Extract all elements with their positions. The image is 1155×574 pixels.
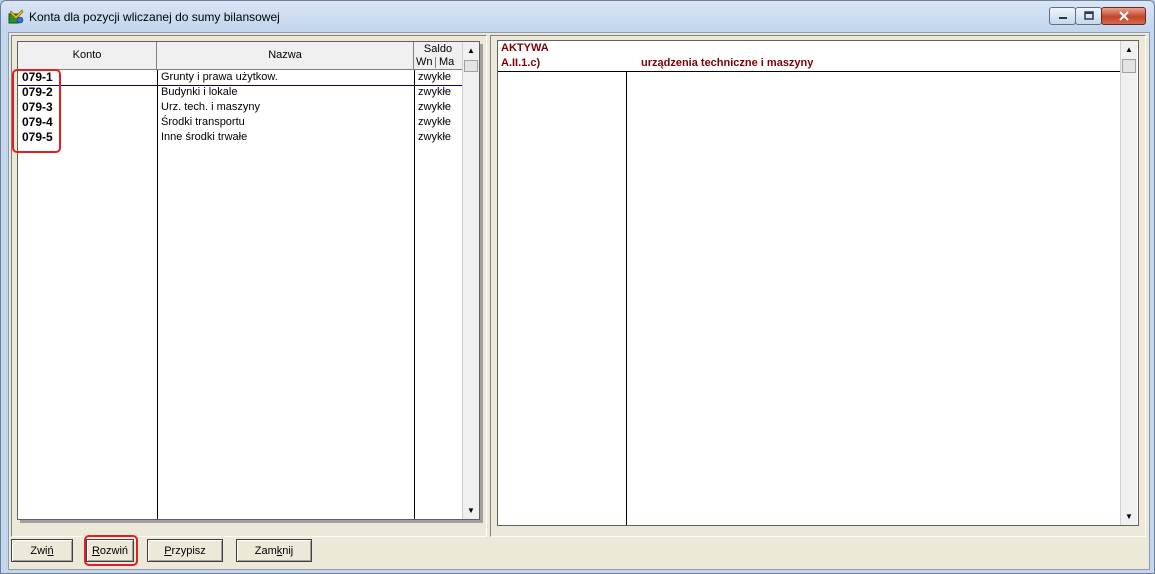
position-header: AKTYWA A.II.1.c) urządzenia techniczne i… bbox=[498, 41, 1120, 72]
close-window-button[interactable] bbox=[1101, 7, 1146, 25]
table-row[interactable]: 079-2 Budynki i lokale zwykłe bbox=[18, 85, 462, 100]
position-description: urządzenia techniczne i maszyny bbox=[641, 57, 814, 69]
table-row[interactable]: 079-4 Środki transportu zwykłe bbox=[18, 115, 462, 130]
position-code: A.II.1.c) bbox=[501, 57, 541, 69]
caption-buttons bbox=[1049, 7, 1146, 27]
arrow-up-icon: ▲ bbox=[1125, 45, 1133, 54]
column-header-nazwa[interactable]: Nazwa bbox=[157, 42, 414, 69]
maximize-icon bbox=[1083, 11, 1094, 20]
position-section-label: AKTYWA bbox=[501, 42, 549, 54]
cell-saldo: zwykłe bbox=[418, 101, 452, 113]
column-header-saldo-label: Saldo bbox=[423, 43, 453, 55]
client-area: Konto Nazwa Saldo Wn Ma 079-1 Grunty i p… bbox=[8, 32, 1150, 570]
cell-nazwa: Budynki i lokale bbox=[161, 86, 238, 98]
minimize-icon bbox=[1058, 17, 1067, 19]
close-label-post: nij bbox=[282, 544, 294, 557]
cell-saldo: zwykłe bbox=[418, 86, 452, 98]
collapse-button[interactable]: Zwiń bbox=[11, 539, 73, 562]
minimize-button[interactable] bbox=[1049, 7, 1076, 25]
accounts-grid: Konto Nazwa Saldo Wn Ma 079-1 Grunty i p… bbox=[17, 41, 480, 520]
accounts-scrollbar[interactable]: ▲ ▼ bbox=[462, 42, 479, 519]
close-label: Zamknij bbox=[255, 545, 294, 557]
konto-column-highlight bbox=[12, 69, 61, 153]
cell-saldo: zwykłe bbox=[418, 131, 452, 143]
cell-nazwa: Grunty i prawa użytkow. bbox=[161, 71, 278, 83]
window-title: Konta dla pozycji wliczanej do sumy bila… bbox=[29, 10, 280, 24]
position-panel: AKTYWA A.II.1.c) urządzenia techniczne i… bbox=[490, 35, 1146, 537]
column-header-saldo[interactable]: Saldo Wn Ma bbox=[414, 42, 462, 69]
cell-nazwa: Środki transportu bbox=[161, 116, 245, 128]
scroll-down-button[interactable]: ▼ bbox=[463, 502, 479, 519]
assign-label-key: P bbox=[164, 544, 172, 557]
saldo-subheader-divider bbox=[435, 57, 436, 68]
assign-button[interactable]: Przypisz bbox=[147, 539, 223, 562]
main-window: Konta dla pozycji wliczanej do sumy bila… bbox=[0, 0, 1155, 574]
scroll-down-button[interactable]: ▼ bbox=[1121, 508, 1137, 525]
collapse-label-pre: Zwi bbox=[30, 544, 48, 557]
scroll-up-button[interactable]: ▲ bbox=[1121, 41, 1137, 58]
cell-nazwa: Inne środki trwałe bbox=[161, 131, 248, 143]
close-icon bbox=[1118, 11, 1129, 21]
column-header-konto-label: Konto bbox=[72, 49, 102, 61]
title-bar[interactable]: Konta dla pozycji wliczanej do sumy bila… bbox=[1, 1, 1154, 31]
position-column-divider bbox=[626, 72, 627, 525]
table-row[interactable]: 079-5 Inne środki trwałe zwykłe bbox=[18, 130, 462, 145]
cell-nazwa: Urz. tech. i maszyny bbox=[161, 101, 261, 113]
column-header-konto[interactable]: Konto bbox=[18, 42, 157, 69]
cell-saldo: zwykłe bbox=[418, 71, 452, 83]
scroll-thumb[interactable] bbox=[464, 60, 478, 72]
close-label-pre: Zam bbox=[254, 544, 277, 557]
close-button[interactable]: Zamknij bbox=[236, 539, 312, 562]
maximize-button[interactable] bbox=[1075, 7, 1102, 25]
arrow-up-icon: ▲ bbox=[467, 46, 475, 55]
cell-saldo: zwykłe bbox=[418, 116, 452, 128]
accounts-grid-header: Konto Nazwa Saldo Wn Ma bbox=[18, 42, 462, 70]
assign-label: Przypisz bbox=[164, 545, 206, 557]
collapse-label-key: ń bbox=[47, 544, 54, 557]
position-scrollbar[interactable]: ▲ ▼ bbox=[1120, 41, 1137, 525]
assign-label-post: rzypisz bbox=[171, 544, 206, 557]
arrow-down-icon: ▼ bbox=[467, 506, 475, 515]
app-icon bbox=[8, 9, 24, 24]
arrow-down-icon: ▼ bbox=[1125, 512, 1133, 521]
position-grid: AKTYWA A.II.1.c) urządzenia techniczne i… bbox=[497, 40, 1139, 526]
saldo-subheader: Wn Ma bbox=[414, 56, 462, 69]
accounts-panel: Konto Nazwa Saldo Wn Ma 079-1 Grunty i p… bbox=[11, 35, 487, 537]
table-row[interactable]: 079-1 Grunty i prawa użytkow. zwykłe bbox=[18, 70, 462, 85]
scroll-thumb[interactable] bbox=[1122, 59, 1136, 73]
column-header-ma: Ma bbox=[439, 56, 455, 68]
table-row[interactable]: 079-3 Urz. tech. i maszyny zwykłe bbox=[18, 100, 462, 115]
button-bar: Zwiń Rozwiń Przypisz Zamknij bbox=[9, 535, 1149, 569]
column-header-nazwa-label: Nazwa bbox=[268, 49, 302, 61]
collapse-label: Zwiń bbox=[30, 545, 53, 557]
column-header-wn: Wn bbox=[416, 56, 433, 68]
expand-button-highlight bbox=[84, 535, 138, 566]
scroll-up-button[interactable]: ▲ bbox=[463, 42, 479, 59]
